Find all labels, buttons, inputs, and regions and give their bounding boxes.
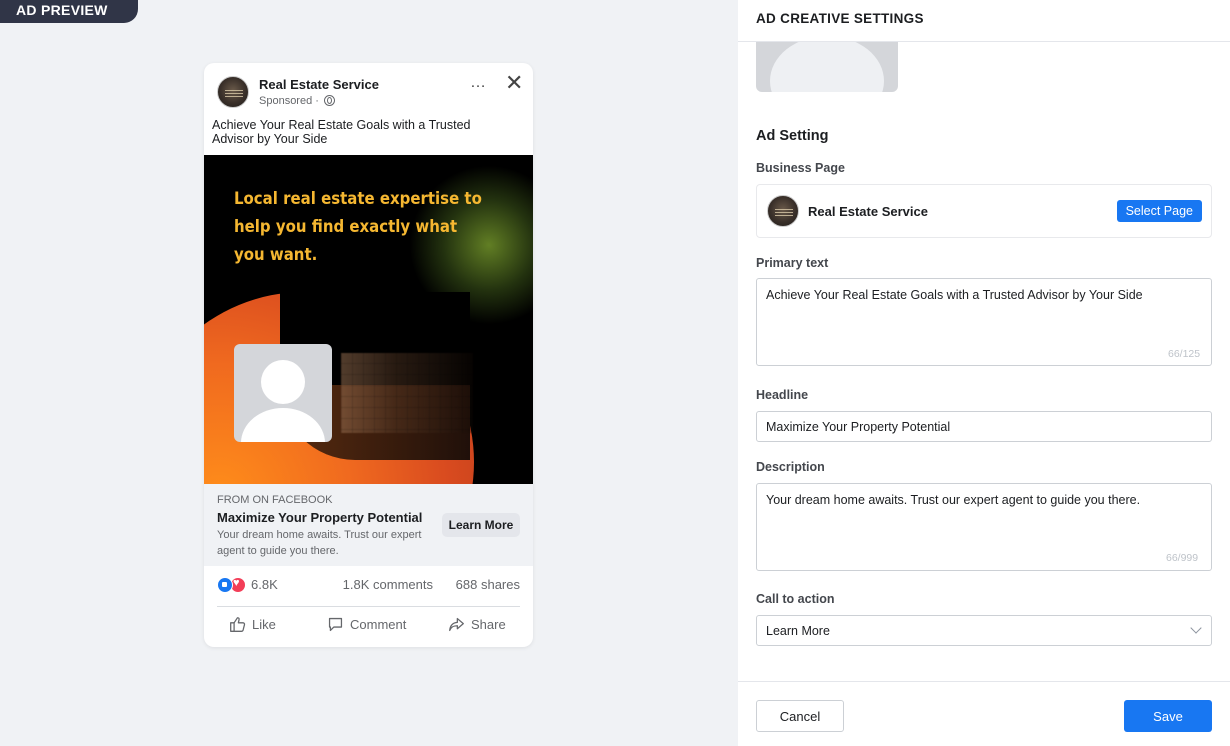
learn-more-button[interactable]: Learn More: [442, 513, 520, 537]
ad-preview-card: Real Estate Service Sponsored · … ✕ Achi…: [204, 63, 533, 647]
description-input[interactable]: Your dream home awaits. Trust our expert…: [756, 483, 1212, 571]
globe-icon: [323, 95, 335, 106]
call-to-action-label: Call to action: [756, 592, 835, 606]
call-to-action-select[interactable]: Learn More: [756, 615, 1212, 646]
business-page-box: Real Estate Service Select Page: [756, 184, 1212, 238]
share-action[interactable]: Share: [448, 616, 506, 633]
pixelated-text-block: [341, 353, 473, 433]
primary-text-input[interactable]: Achieve Your Real Estate Goals with a Tr…: [756, 278, 1212, 366]
business-page-label: Business Page: [756, 161, 845, 175]
ad-preview-area: AD PREVIEW Real Estate Service Sponsored…: [0, 0, 738, 746]
share-icon: [449, 617, 464, 632]
description-counter: 66/999: [1166, 552, 1199, 564]
like-reaction-icon: [217, 577, 233, 593]
comment-count[interactable]: 1.8K comments: [343, 577, 433, 592]
reaction-count[interactable]: 6.8K: [251, 577, 278, 592]
ad-preview-tag: AD PREVIEW: [0, 0, 138, 23]
comment-icon: [328, 617, 343, 632]
placeholder-body: [241, 408, 325, 442]
cta-headline: Maximize Your Property Potential: [217, 510, 423, 525]
share-count[interactable]: 688 shares: [456, 577, 520, 592]
comment-action[interactable]: Comment: [327, 616, 406, 633]
actions-divider: [217, 606, 520, 607]
creative-headline: Local real estate expertise to help you …: [234, 189, 482, 265]
headline-input[interactable]: [756, 411, 1212, 442]
like-label: Like: [252, 617, 276, 632]
select-page-button[interactable]: Select Page: [1116, 200, 1202, 222]
ad-creative-image: Local real estate expertise to help you …: [204, 155, 533, 484]
page-name: Real Estate Service: [259, 77, 379, 92]
cta-description: Your dream home awaits. Trust our expert…: [217, 529, 422, 557]
like-action[interactable]: Like: [229, 616, 276, 633]
post-primary-text: Achieve Your Real Estate Goals with a Tr…: [212, 118, 471, 146]
cta-source: FROM ON FACEBOOK: [217, 494, 333, 506]
description-label: Description: [756, 460, 825, 474]
save-button[interactable]: Save: [1124, 700, 1212, 732]
ad-creative-settings-panel: AD CREATIVE SETTINGS Ad Setting Business…: [738, 0, 1230, 746]
business-page-name: Real Estate Service: [808, 204, 928, 219]
cancel-button[interactable]: Cancel: [756, 700, 844, 732]
call-to-action-value: Learn More: [766, 624, 830, 638]
share-label: Share: [471, 617, 506, 632]
panel-title: AD CREATIVE SETTINGS: [756, 11, 924, 26]
page-avatar: [217, 76, 249, 108]
panel-header: AD CREATIVE SETTINGS: [738, 0, 1230, 42]
agent-photo-placeholder: [234, 344, 332, 442]
headline-label: Headline: [756, 388, 809, 402]
creative-thumbnail[interactable]: [756, 42, 898, 92]
post-actions: Like Comment Share: [217, 614, 520, 638]
primary-text-counter: 66/125: [1168, 348, 1201, 360]
panel-footer: Cancel Save: [738, 681, 1230, 746]
chevron-down-icon: [1190, 622, 1202, 634]
thumbs-up-icon: [230, 617, 246, 632]
sponsored-label: Sponsored ·: [259, 95, 335, 107]
primary-text-label: Primary text: [756, 256, 829, 270]
business-page-avatar: [767, 195, 799, 227]
cta-bar: FROM ON FACEBOOK Maximize Your Property …: [204, 484, 533, 566]
engagement-stats: 6.8K 1.8K comments 688 shares: [217, 576, 520, 596]
comment-label: Comment: [350, 617, 407, 632]
placeholder-head: [261, 360, 305, 404]
more-options-icon[interactable]: …: [470, 74, 486, 92]
sponsored-text: Sponsored ·: [259, 95, 322, 107]
close-icon[interactable]: ✕: [505, 70, 523, 96]
ad-setting-section-title: Ad Setting: [756, 128, 829, 144]
post-header: Real Estate Service Sponsored · … ✕: [217, 70, 523, 110]
